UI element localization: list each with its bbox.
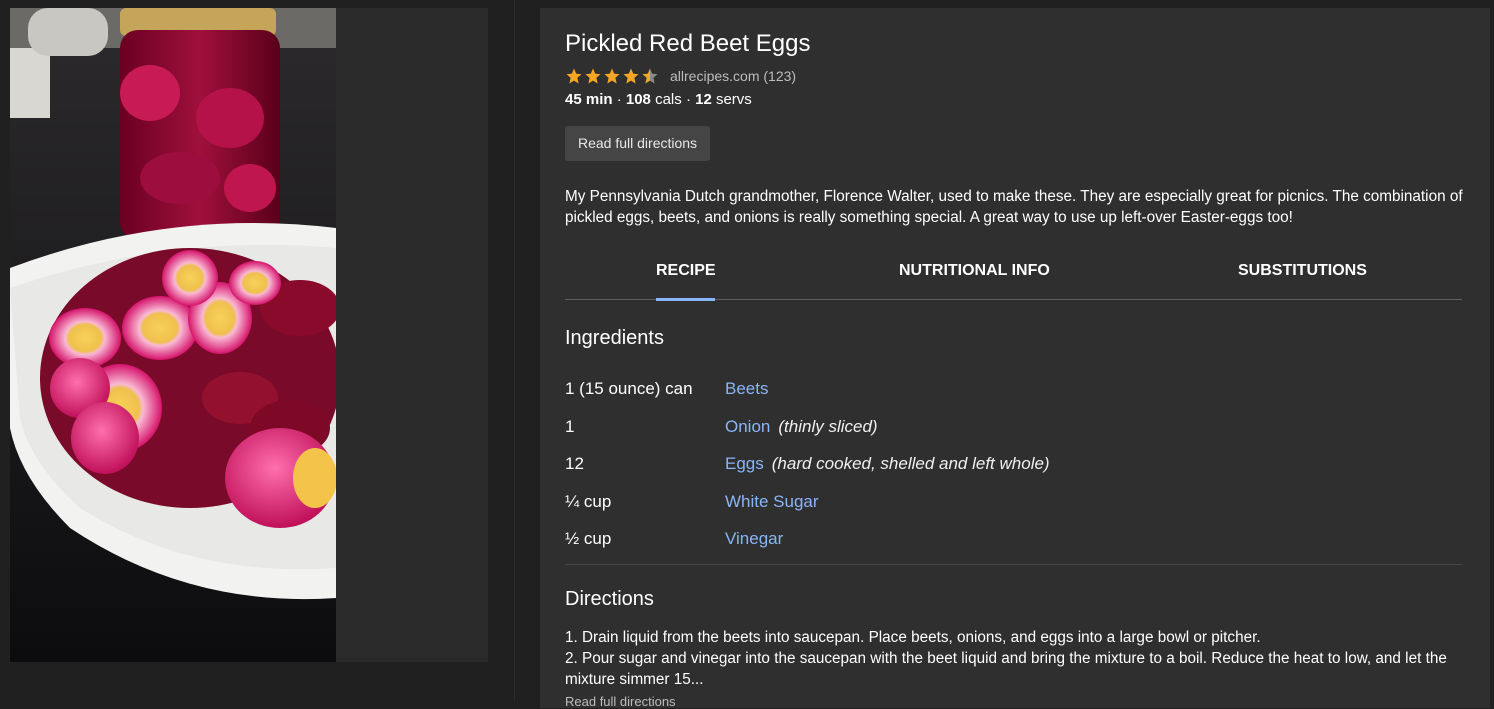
directions-text: 1. Drain liquid from the beets into sauc…: [565, 627, 1462, 690]
image-panel: [0, 0, 515, 702]
star-icon: [604, 68, 620, 84]
tab-label: RECIPE: [656, 262, 716, 279]
ingredient-name: Vinegar: [725, 529, 784, 548]
ingredient-row: ½ cup Vinegar: [565, 529, 1462, 553]
pickled-eggs-photo: [10, 8, 336, 662]
directions-heading: Directions: [565, 588, 654, 610]
tab-nutritional-info[interactable]: NUTRITIONAL INFO: [899, 262, 1050, 280]
ingredient-link[interactable]: Vinegar: [725, 529, 783, 549]
ingredient-row: 1 Onion (thinly sliced): [565, 417, 1462, 441]
ingredient-name: Beets: [725, 379, 769, 398]
ingredient-link[interactable]: Beets: [725, 379, 768, 399]
calories-label: cals: [655, 91, 682, 108]
ingredient-quantity: ¼ cup: [565, 492, 612, 511]
ingredient-quantity: 12: [565, 454, 584, 473]
servings-label: servs: [715, 91, 752, 108]
ingredient-note: (thinly sliced): [778, 417, 878, 436]
tab-label: SUBSTITUTIONS: [1238, 262, 1367, 279]
star-icon: [623, 68, 639, 84]
recipe-source[interactable]: allrecipes.com (123): [670, 68, 796, 84]
ingredient-row: ¼ cup White Sugar: [565, 492, 1462, 516]
ingredient-name: Onion: [725, 417, 771, 436]
ingredient-note: (hard cooked, shelled and left whole): [771, 454, 1050, 473]
ingredient-quantity: 1 (15 ounce) can: [565, 379, 693, 398]
star-rating: [565, 67, 660, 85]
star-icon: [566, 68, 582, 84]
recipe-title: Pickled Red Beet Eggs: [565, 30, 811, 57]
direction-step: 1. Drain liquid from the beets into sauc…: [565, 629, 1261, 646]
tab-substitutions[interactable]: SUBSTITUTIONS: [1238, 262, 1367, 280]
ingredient-name: White Sugar: [725, 492, 819, 511]
ingredient-quantity: ½ cup: [565, 529, 612, 548]
meta-separator: ·: [616, 91, 622, 108]
meta-separator: ·: [685, 91, 691, 108]
ingredient-link[interactable]: Onion (thinly sliced): [725, 417, 878, 437]
recipe-meta: 45 min · 108 cals · 12 servs: [565, 91, 752, 108]
section-divider: [565, 564, 1462, 565]
photo-card: [10, 8, 488, 662]
read-full-directions-button[interactable]: Read full directions: [565, 126, 711, 161]
direction-step: 2. Pour sugar and vinegar into the sauce…: [565, 650, 1447, 688]
recipe-photo[interactable]: [10, 8, 336, 662]
ingredient-name: Eggs: [725, 454, 764, 473]
recipe-tabs: RECIPE NUTRITIONAL INFO SUBSTITUTIONS: [565, 256, 1462, 301]
ingredients-heading: Ingredients: [565, 327, 664, 349]
active-tab-indicator: [656, 298, 715, 301]
ingredient-row: 1 (15 ounce) can Beets: [565, 379, 1462, 403]
tab-label: NUTRITIONAL INFO: [899, 262, 1050, 279]
ingredient-link[interactable]: White Sugar: [725, 492, 819, 512]
star-icon: [585, 68, 601, 84]
recipe-description: My Pennsylvania Dutch grandmother, Flore…: [565, 188, 1463, 226]
calories-value: 108: [625, 91, 651, 108]
servings-value: 12: [695, 91, 712, 108]
prep-time: 45 min: [565, 91, 613, 108]
ingredient-quantity: 1: [565, 417, 575, 436]
ingredient-link[interactable]: Eggs (hard cooked, shelled and left whole…: [725, 454, 1050, 474]
rating-row: allrecipes.com (123): [565, 66, 796, 86]
tab-recipe[interactable]: RECIPE: [656, 262, 716, 280]
half-star-icon: [642, 68, 658, 84]
recipe-card: Pickled Red Beet Eggs allrecipes.com (12…: [540, 8, 1490, 709]
ingredient-row: 12 Eggs (hard cooked, shelled and left wh…: [565, 454, 1462, 478]
